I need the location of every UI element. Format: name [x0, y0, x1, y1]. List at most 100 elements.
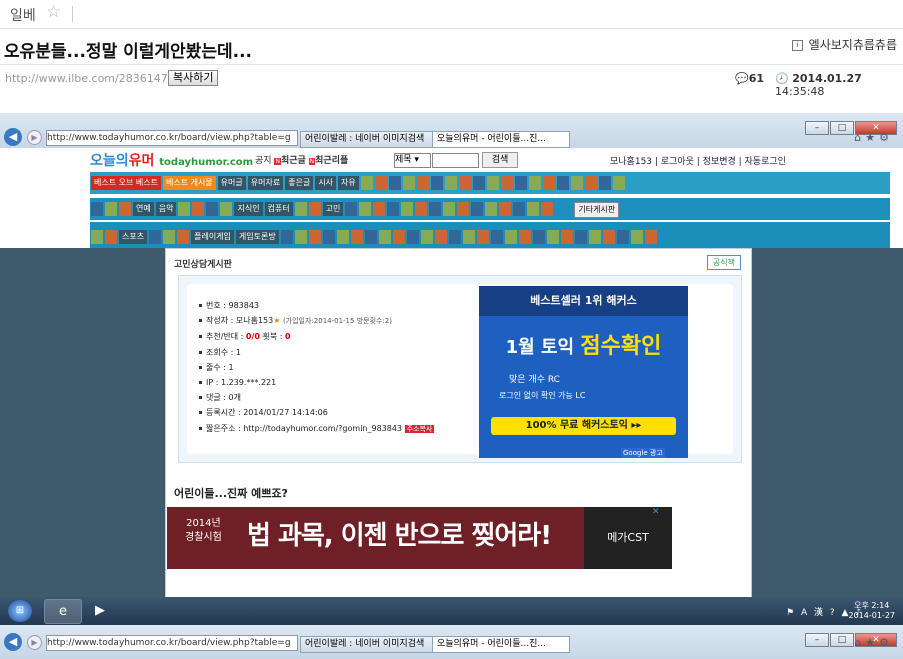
- board-icon[interactable]: [574, 230, 587, 244]
- board-icon[interactable]: [406, 230, 419, 244]
- board-icon[interactable]: [584, 176, 597, 190]
- board-icon[interactable]: [322, 230, 335, 244]
- forward-icon[interactable]: ▶: [27, 635, 42, 650]
- nav-humor[interactable]: 유머글: [217, 176, 246, 190]
- board-icon[interactable]: [644, 230, 657, 244]
- address-bar[interactable]: http://www.todayhumor.co.kr/board/view.p…: [46, 130, 298, 146]
- board-icon[interactable]: [336, 230, 349, 244]
- board-icon[interactable]: [192, 202, 205, 216]
- board-icon[interactable]: [504, 230, 517, 244]
- recent-reply-link[interactable]: 최근리플: [315, 156, 348, 166]
- board-icon[interactable]: [444, 176, 457, 190]
- board-icon[interactable]: [308, 202, 321, 216]
- board-icon[interactable]: [105, 202, 117, 216]
- maximize-icon[interactable]: □: [830, 633, 854, 647]
- browser-tab[interactable]: 어린이발레 : 네이버 이미지검색: [300, 636, 435, 653]
- board-icon[interactable]: [443, 202, 456, 216]
- board-icon[interactable]: [163, 230, 176, 244]
- maximize-icon[interactable]: □: [830, 121, 854, 135]
- hackers-ad[interactable]: 베스트셀러 1위 해커스 1월 토익 점수확인 맞은 개수 RC 로그인 없이 …: [479, 286, 688, 458]
- board-icon[interactable]: [630, 230, 643, 244]
- board-icon[interactable]: [602, 230, 615, 244]
- board-icon[interactable]: [458, 176, 471, 190]
- board-icon[interactable]: [420, 230, 433, 244]
- board-icon[interactable]: [471, 202, 484, 216]
- copy-button[interactable]: 복사하기: [168, 70, 219, 86]
- nav-good[interactable]: 좋은글: [285, 176, 314, 190]
- notice-link[interactable]: 공지: [255, 156, 272, 166]
- board-icon[interactable]: [387, 202, 400, 216]
- board-icon[interactable]: [514, 176, 527, 190]
- site-logo[interactable]: 오늘의유머 todayhumor.com: [90, 150, 253, 170]
- browser-tab-active[interactable]: 오늘의유머 - 어린이들...진...: [432, 131, 570, 148]
- board-icon[interactable]: [541, 202, 554, 216]
- board-icon[interactable]: [476, 230, 489, 244]
- user-links[interactable]: 모나홈153 | 로그아웃 | 정보변경 | 자동로그인: [610, 154, 786, 167]
- board-icon[interactable]: [490, 230, 503, 244]
- board-icon[interactable]: [378, 230, 391, 244]
- nav-computer[interactable]: 컴퓨터: [264, 202, 293, 216]
- board-icon[interactable]: [149, 230, 162, 244]
- back-icon[interactable]: ◀: [4, 128, 22, 146]
- board-icon[interactable]: [401, 202, 414, 216]
- board-icon[interactable]: [616, 230, 629, 244]
- nav-music[interactable]: 음악: [155, 202, 177, 216]
- board-icon[interactable]: [518, 230, 531, 244]
- board-icon[interactable]: [388, 176, 401, 190]
- board-icon[interactable]: [527, 202, 540, 216]
- forward-icon[interactable]: ▶: [27, 130, 42, 145]
- board-icon[interactable]: [556, 176, 569, 190]
- board-icon[interactable]: [532, 230, 545, 244]
- nav-sports[interactable]: 스포츠: [119, 230, 148, 244]
- related-link[interactable]: i 엘사보지츄릅츄릅: [791, 36, 897, 53]
- board-icon[interactable]: [560, 230, 573, 244]
- address-bar[interactable]: http://www.todayhumor.co.kr/board/view.p…: [46, 635, 298, 651]
- board-icon[interactable]: [430, 176, 443, 190]
- nav-humor-data[interactable]: 유머자료: [247, 176, 284, 190]
- board-name[interactable]: 일베: [10, 5, 36, 25]
- google-ad-label[interactable]: Google 광고: [621, 448, 665, 458]
- nav-free[interactable]: 자유: [338, 176, 359, 190]
- nav-best-of-best[interactable]: 베스트 오브 베스트: [91, 176, 161, 190]
- board-icon[interactable]: [528, 176, 541, 190]
- board-icon[interactable]: [345, 202, 358, 216]
- browser-toolbar-icons[interactable]: ⌂★⚙: [854, 131, 893, 144]
- search-input[interactable]: [432, 153, 479, 168]
- search-type-select[interactable]: 제목 ▾: [394, 153, 431, 168]
- board-icon[interactable]: [429, 202, 442, 216]
- board-icon[interactable]: [373, 202, 386, 216]
- browser-tab[interactable]: 어린이발레 : 네이버 이미지검색: [300, 131, 435, 148]
- board-icon[interactable]: [119, 202, 131, 216]
- windows-start-icon[interactable]: ⊞: [8, 600, 32, 622]
- board-icon[interactable]: [105, 230, 117, 244]
- search-button[interactable]: 검색: [482, 152, 518, 168]
- board-icon[interactable]: [415, 202, 428, 216]
- star-icon[interactable]: ☆: [46, 2, 61, 22]
- board-icon[interactable]: [350, 230, 363, 244]
- board-icon[interactable]: [392, 230, 405, 244]
- media-player-icon[interactable]: ▶: [82, 599, 118, 622]
- back-icon[interactable]: ◀: [4, 633, 22, 651]
- board-icon[interactable]: [612, 176, 625, 190]
- nav-entertain[interactable]: 연예: [133, 202, 154, 216]
- ad-free-button[interactable]: 100% 무료 해커스토익 ▸▸: [491, 417, 676, 435]
- browser-toolbar-icons[interactable]: ⌂★⚙: [854, 636, 893, 649]
- taskbar-clock[interactable]: 오후 2:14 2014-01-27: [849, 601, 896, 621]
- minimize-icon[interactable]: –: [805, 121, 829, 135]
- board-icon[interactable]: [294, 230, 307, 244]
- board-icon[interactable]: [542, 176, 555, 190]
- board-icon[interactable]: [513, 202, 526, 216]
- official-button[interactable]: 공식책: [706, 255, 741, 270]
- board-icon[interactable]: [485, 202, 498, 216]
- board-icon[interactable]: [486, 176, 499, 190]
- board-icon[interactable]: [364, 230, 377, 244]
- board-icon[interactable]: [588, 230, 601, 244]
- board-icon[interactable]: [416, 176, 429, 190]
- address-copy-button[interactable]: 주소복사: [404, 424, 435, 433]
- nav-current[interactable]: 시사: [315, 176, 337, 190]
- board-icon[interactable]: [360, 176, 373, 190]
- board-icon[interactable]: [91, 202, 103, 216]
- board-icon[interactable]: [177, 230, 190, 244]
- board-icon[interactable]: [178, 202, 191, 216]
- board-icon[interactable]: [308, 230, 321, 244]
